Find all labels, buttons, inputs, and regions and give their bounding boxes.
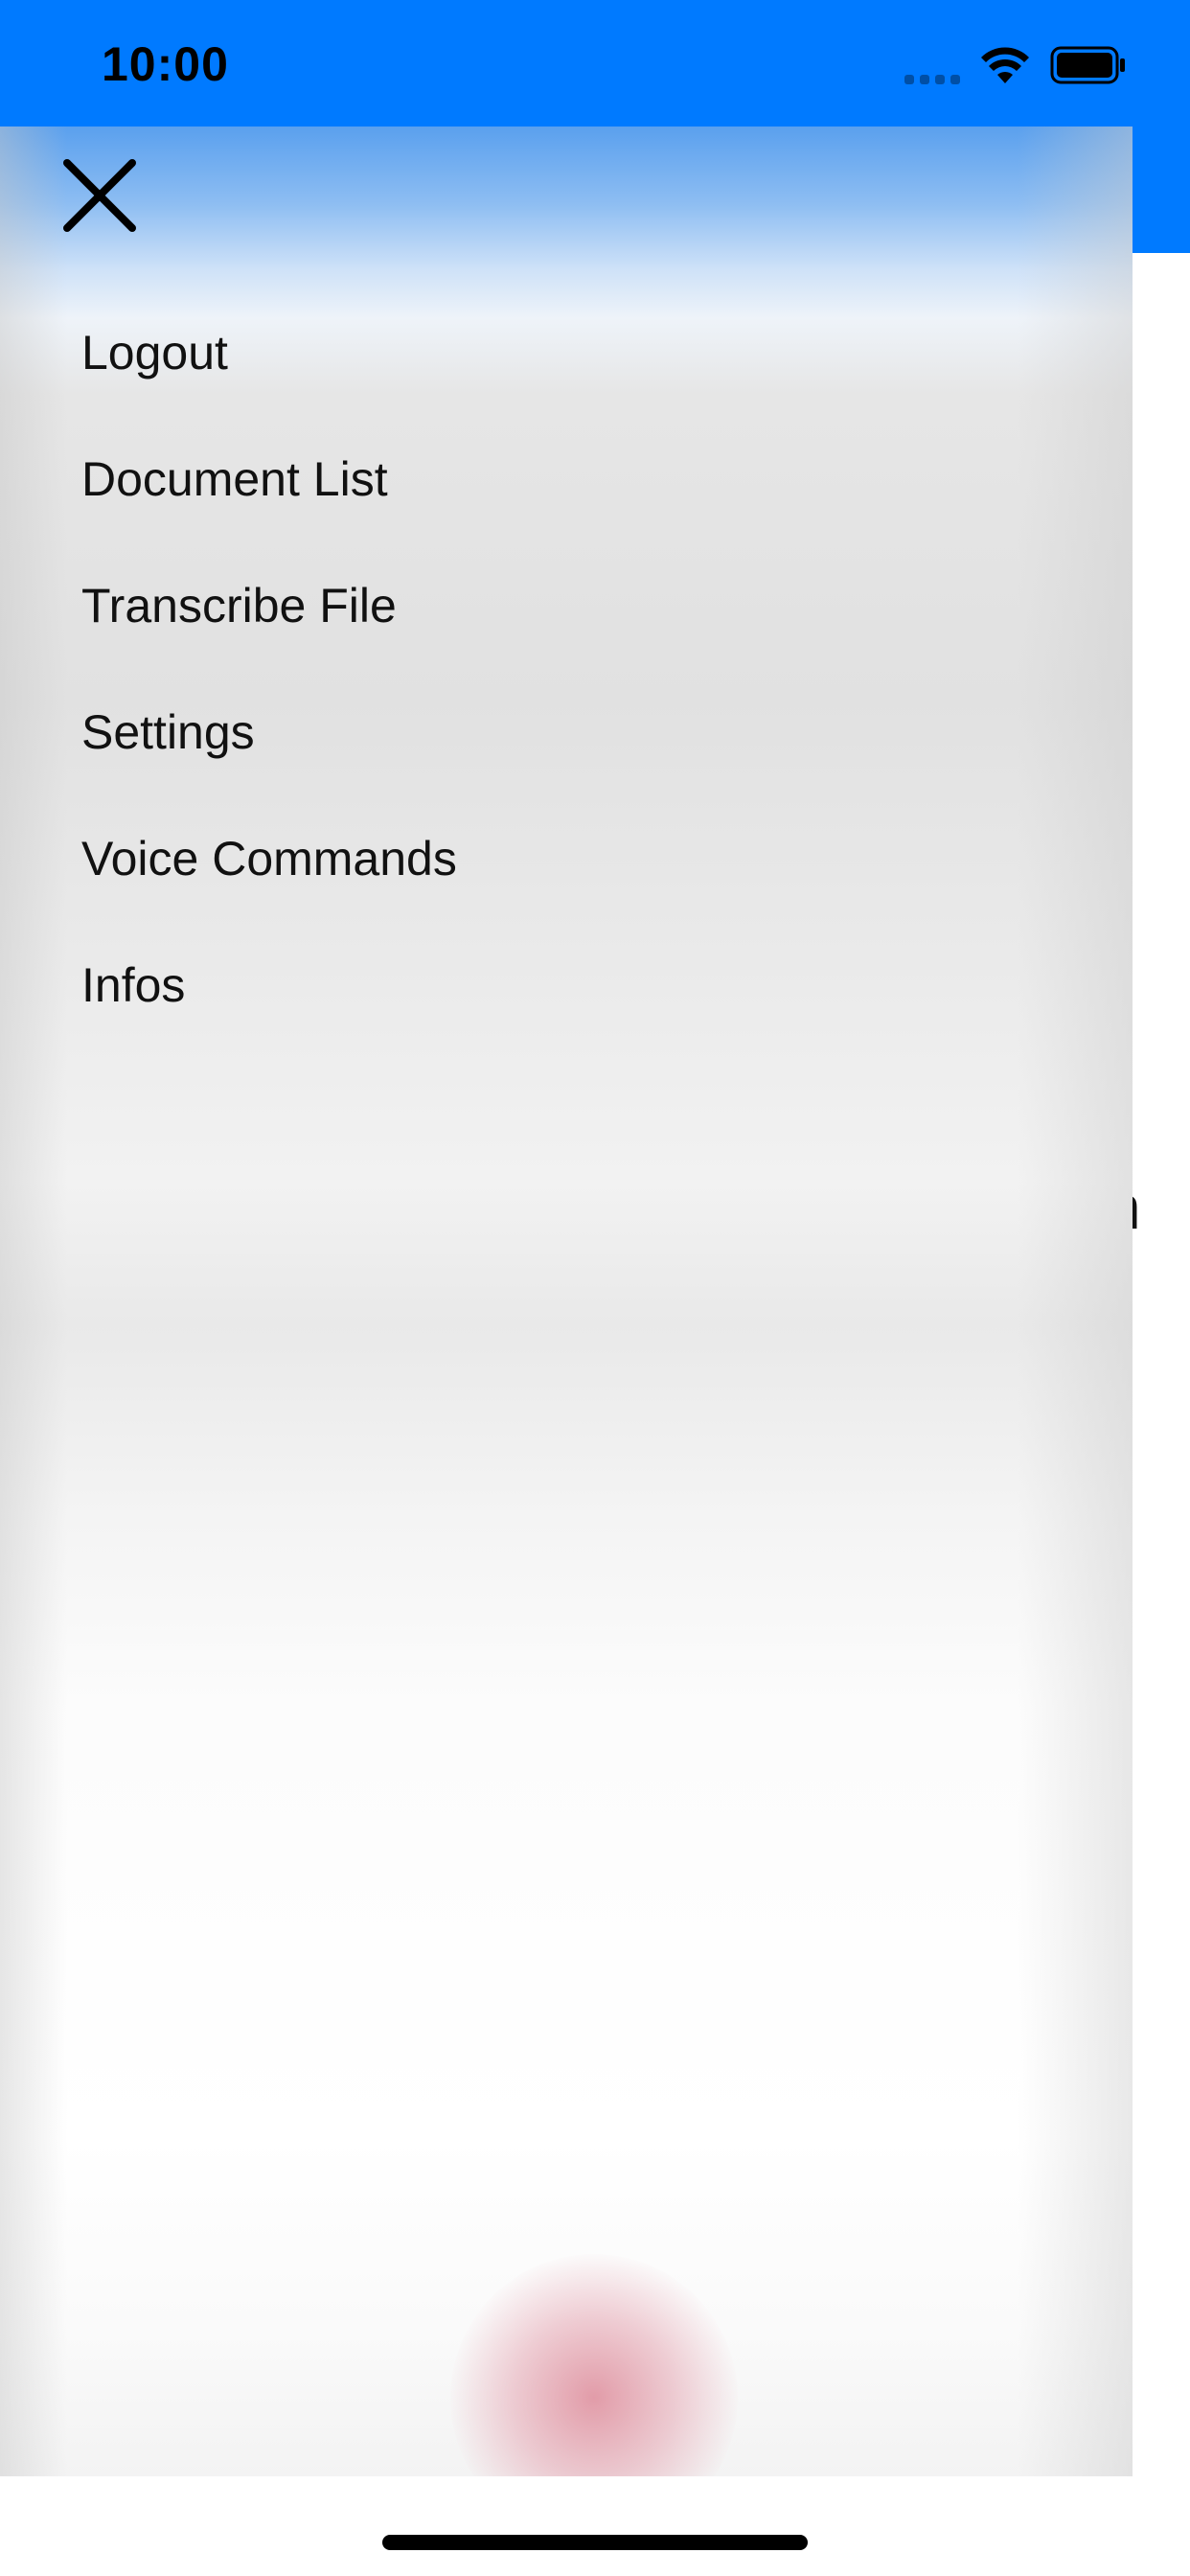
close-button[interactable] xyxy=(54,150,146,242)
menu-item-settings[interactable]: Settings xyxy=(0,669,958,795)
home-indicator[interactable] xyxy=(382,2535,808,2550)
menu-item-voice-commands[interactable]: Voice Commands xyxy=(0,795,958,922)
menu-item-document-list[interactable]: Document List xyxy=(0,416,958,542)
menu-item-infos[interactable]: Infos xyxy=(0,922,958,1048)
menu-item-transcribe-file[interactable]: Transcribe File xyxy=(0,542,958,669)
menu-item-logout[interactable]: Logout xyxy=(0,289,958,416)
cellular-signal-icon xyxy=(904,46,960,84)
wifi-icon xyxy=(981,47,1029,83)
side-drawer: Logout Document List Transcribe File Set… xyxy=(0,126,1133,2476)
status-time: 10:00 xyxy=(102,37,229,91)
battery-icon xyxy=(1050,46,1125,84)
status-icons xyxy=(904,42,1127,88)
drawer-menu: Logout Document List Transcribe File Set… xyxy=(0,289,958,1048)
close-icon xyxy=(63,159,136,232)
status-bar: 10:00 xyxy=(0,0,1190,126)
blurred-record-button xyxy=(450,2254,738,2476)
